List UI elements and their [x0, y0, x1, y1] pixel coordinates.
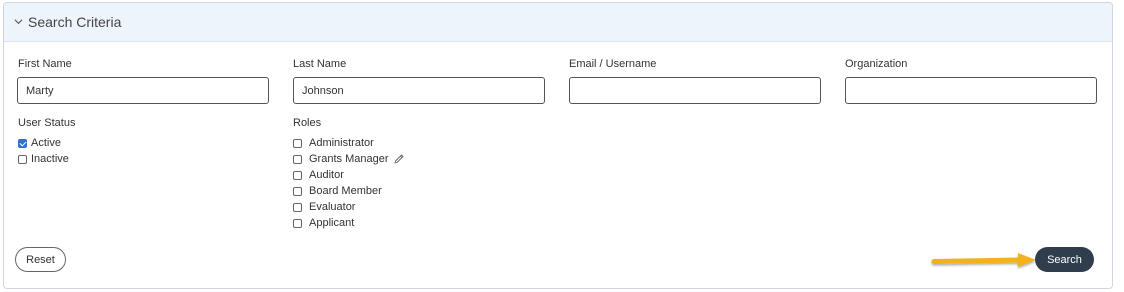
panel-header[interactable]: Search Criteria [4, 3, 1112, 42]
panel-title: Search Criteria [28, 14, 122, 30]
role-option-label: Auditor [309, 169, 344, 181]
role-option-label: Administrator [309, 137, 374, 149]
role-option-evaluator[interactable]: Evaluator [293, 201, 355, 213]
first-name-label: First Name [18, 58, 72, 70]
role-option-auditor[interactable]: Auditor [293, 169, 344, 181]
role-option-board-member[interactable]: Board Member [293, 185, 382, 197]
active-checkbox[interactable] [18, 138, 27, 148]
auditor-checkbox[interactable] [293, 170, 302, 180]
last-name-label: Last Name [293, 58, 347, 70]
reset-button[interactable]: Reset [15, 247, 66, 272]
status-option-label: Active [31, 137, 61, 149]
role-option-applicant[interactable]: Applicant [293, 217, 354, 229]
role-option-label: Grants Manager [309, 153, 389, 165]
first-name-input[interactable] [17, 77, 269, 104]
chevron-down-icon[interactable] [14, 17, 23, 26]
administrator-checkbox[interactable] [293, 138, 302, 148]
organization-label: Organization [845, 58, 908, 70]
applicant-checkbox[interactable] [293, 218, 302, 228]
role-option-grants-manager[interactable]: Grants Manager [293, 153, 405, 165]
user-status-label: User Status [18, 117, 76, 129]
grants-manager-checkbox[interactable] [293, 154, 302, 164]
organization-input[interactable] [845, 77, 1097, 104]
role-option-label: Applicant [309, 217, 355, 229]
search-button[interactable]: Search [1035, 247, 1094, 272]
status-option-inactive[interactable]: Inactive [18, 153, 69, 165]
inactive-checkbox[interactable] [18, 154, 27, 164]
email-username-label: Email / Username [569, 58, 657, 70]
status-option-active[interactable]: Active [18, 137, 61, 149]
email-username-input[interactable] [569, 77, 821, 104]
role-option-administrator[interactable]: Administrator [293, 137, 374, 149]
search-criteria-panel: Search Criteria [3, 2, 1113, 289]
status-option-label: Inactive [31, 153, 69, 165]
roles-label: Roles [293, 117, 322, 129]
role-option-label: Board Member [309, 185, 382, 197]
last-name-input[interactable] [293, 77, 545, 104]
evaluator-checkbox[interactable] [293, 202, 302, 212]
arrow-annotation-icon [931, 253, 1036, 267]
board-member-checkbox[interactable] [293, 186, 302, 196]
pencil-icon[interactable] [393, 153, 405, 165]
role-option-label: Evaluator [309, 201, 356, 213]
